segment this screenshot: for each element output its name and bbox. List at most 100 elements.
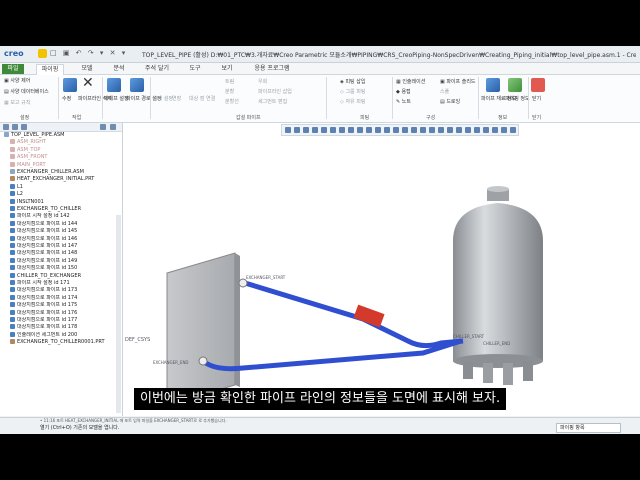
- tree-item[interactable]: ASM_FRONT: [0, 154, 128, 161]
- pipe-icon: [10, 265, 15, 271]
- trim-button[interactable]: 트림: [225, 78, 234, 85]
- modify-button-label[interactable]: 수정: [62, 95, 71, 102]
- delete-pipeline-icon[interactable]: ✕: [82, 75, 94, 91]
- tree-item[interactable]: MAIN_PORT: [0, 161, 128, 169]
- insert-fitting-button[interactable]: ◈ 피팅 삽입: [340, 78, 365, 85]
- tree-item[interactable]: 대상지점으로 파이프 id 145: [0, 228, 128, 235]
- tab-analysis[interactable]: 분석: [108, 64, 130, 74]
- tree-item-label: 대상지점으로 파이프 id 177: [17, 317, 78, 323]
- tree-item[interactable]: 파이프 시작 설정 id 142: [0, 213, 128, 220]
- pipe-icon: [10, 198, 15, 204]
- pipe-solid-button[interactable]: ▣ 파이프 솔리드: [440, 78, 476, 85]
- tab-tools[interactable]: 도구: [184, 64, 206, 74]
- tree-item[interactable]: 인슐레이션 세그먼트 id 200: [0, 331, 128, 339]
- tree-item[interactable]: L1: [0, 183, 128, 191]
- open-icon[interactable]: [38, 49, 47, 58]
- tree-item-label: 인슐레이션 세그먼트 id 200: [17, 331, 78, 338]
- tree-item[interactable]: 대상지점으로 파이프 id 149: [0, 257, 128, 265]
- spool-button[interactable]: 스풀: [440, 88, 449, 95]
- spec-database-button[interactable]: ▤ 사양 데이터베이스: [4, 88, 49, 95]
- tree-item[interactable]: HEAT_EXCHANGER_INITIAL.PRT: [0, 176, 128, 183]
- note-button[interactable]: ✎ 노트: [396, 98, 411, 105]
- tree-item[interactable]: 파이프 시작 설정 id 171: [0, 280, 128, 287]
- weld-button[interactable]: ◆ 용접: [396, 88, 411, 95]
- show-icon[interactable]: [110, 124, 116, 130]
- tree-item[interactable]: 대상지점으로 파이프 id 177: [0, 317, 128, 324]
- tree-item-label: 대상지점으로 파이프 id 145: [17, 228, 78, 235]
- close-button-label[interactable]: 닫기: [532, 95, 541, 102]
- tree-item[interactable]: EXCHANGER_TO_CHILLER0001.PRT: [0, 339, 128, 346]
- tab-piping[interactable]: 파이핑: [36, 64, 64, 75]
- tree-item[interactable]: ASM_TOP: [0, 146, 128, 154]
- divider: [392, 77, 393, 119]
- selection-filter-dropdown[interactable]: 파이핑 항목: [556, 423, 621, 433]
- pipe-setup-icon[interactable]: [107, 78, 121, 92]
- tree-item[interactable]: 대상지점으로 파이프 id 148: [0, 250, 128, 257]
- pipe-material-info-icon[interactable]: [486, 78, 500, 92]
- video-subtitle: 이번에는 방금 확인한 파이프 라인의 정보들을 도면에 표시해 보자.: [134, 388, 507, 410]
- folder-tab-icon[interactable]: [12, 124, 18, 130]
- divider: [528, 77, 529, 119]
- settings-icon[interactable]: [100, 124, 106, 130]
- group-label-info: 정보: [498, 115, 508, 121]
- graphics-window[interactable]: DEF_CSYS EXCHANGER_START EXCHANGER_END C…: [123, 123, 640, 416]
- split-button[interactable]: 분할: [225, 88, 234, 95]
- tab-annotate[interactable]: 주석 달기: [140, 64, 174, 74]
- asm-icon: [4, 132, 9, 137]
- split-line-button[interactable]: 분할선: [225, 98, 239, 105]
- connect-label[interactable]: 연결: [206, 95, 215, 102]
- piping-info-icon[interactable]: [508, 78, 522, 92]
- tree-item[interactable]: ASM_RIGHT: [0, 139, 128, 146]
- model-view[interactable]: DEF_CSYS EXCHANGER_START EXCHANGER_END C…: [123, 123, 640, 416]
- modify-icon[interactable]: [63, 78, 77, 92]
- spec-control-button[interactable]: ▣ 사양 제어: [4, 77, 30, 84]
- pipe-icon: [10, 309, 15, 315]
- model-tree-tab-icon[interactable]: [3, 124, 9, 130]
- tree-item[interactable]: EXCHANGER_TO_CHILLER: [0, 206, 128, 213]
- pipe-route-icon[interactable]: [130, 78, 144, 92]
- edit-segment-button[interactable]: 세그먼트 편집: [258, 98, 287, 105]
- pipe-setup-label[interactable]: 파이프 설정: [104, 95, 129, 102]
- target-point-label[interactable]: 대상 점: [189, 95, 204, 102]
- tab-model[interactable]: 모델: [76, 64, 98, 74]
- start-setup-label[interactable]: 시작 설정: [153, 95, 173, 102]
- insert-pipeline-button[interactable]: 파이프라인 삽입: [258, 88, 292, 95]
- drawing-button[interactable]: ▤ 드로잉: [440, 98, 460, 105]
- group-fitting-button[interactable]: ◇ 그룹 피팅: [340, 88, 365, 95]
- tree-scrollbar[interactable]: [116, 215, 121, 413]
- pipe-exchanger-to-chiller: [244, 280, 464, 349]
- report-rules-button[interactable]: ▦ 보고 규칙: [4, 99, 30, 106]
- tab-view[interactable]: 보기: [216, 64, 238, 74]
- tree-item[interactable]: L2: [0, 191, 128, 198]
- tree-item[interactable]: 대상지점으로 파이프 id 174: [0, 294, 128, 302]
- tree-item[interactable]: EXCHANGER_CHILLER.ASM: [0, 169, 128, 176]
- tree-item[interactable]: CHILLER_TO_EXCHANGER: [0, 272, 128, 280]
- pipe-icon: [10, 183, 15, 189]
- datum-icon: [10, 146, 15, 152]
- tree-item[interactable]: 대상지점으로 파이프 id 173: [0, 287, 128, 294]
- quick-access-toolbar[interactable]: □ ▣ ↶ ↷ ▾ ✕ ▾: [50, 49, 127, 57]
- tab-applications[interactable]: 응용 프로그램: [248, 64, 296, 74]
- tree-item[interactable]: 대상지점으로 파이프 id 146: [0, 235, 128, 243]
- tree-item-label: EXCHANGER_TO_CHILLER: [17, 206, 82, 212]
- tree-item[interactable]: TOP_LEVEL_PIPE.ASM: [0, 132, 122, 139]
- group-label-create-pipe: 갑설 파이프: [236, 115, 261, 121]
- favorites-tab-icon[interactable]: [21, 124, 27, 130]
- free-fitting-button[interactable]: ◇ 자유 피팅: [340, 98, 365, 105]
- chiller-tank-dome: [453, 203, 543, 241]
- insulation-button[interactable]: ▦ 인슐레이션: [396, 78, 425, 85]
- extend-label[interactable]: 연장: [172, 95, 181, 102]
- tree-item[interactable]: INSLTN001: [0, 198, 128, 206]
- tree-item[interactable]: 대상지점으로 파이프 id 178: [0, 324, 128, 331]
- tree-item[interactable]: 대상지점으로 파이프 id 176: [0, 309, 128, 317]
- model-tree-panel: TOP_LEVEL_PIPE.ASM ASM_RIGHT ASM_TOP ASM_FR…: [0, 123, 123, 416]
- tree-item[interactable]: 대상지점으로 파이프 id 147: [0, 243, 128, 250]
- tree-item[interactable]: 대상지점으로 파이프 id 150: [0, 265, 128, 272]
- window-title: TOP_LEVEL_PIPE (활성) D:₩01_PTC₩3.개자료₩Creo…: [142, 52, 636, 59]
- bypass-button[interactable]: 우회: [258, 78, 267, 85]
- tree-item[interactable]: 대상지점으로 파이프 id 144: [0, 220, 128, 228]
- tree-item[interactable]: 대상지점으로 파이프 id 175: [0, 302, 128, 309]
- piping-info-label[interactable]: 파이핑 정보: [505, 95, 530, 102]
- tab-file[interactable]: 파일: [2, 64, 24, 74]
- close-icon[interactable]: [531, 78, 545, 92]
